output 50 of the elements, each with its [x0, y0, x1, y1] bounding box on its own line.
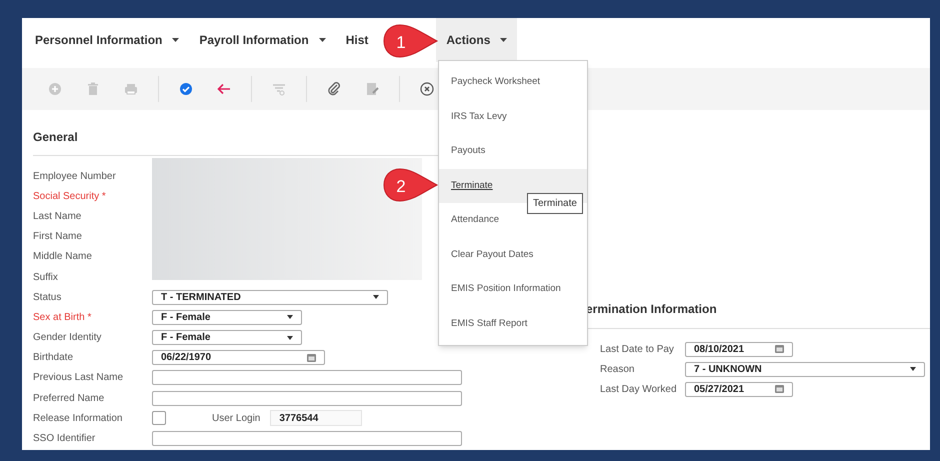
- caret-icon: [373, 295, 379, 300]
- select-field[interactable]: F - Female: [152, 330, 302, 346]
- menu-tab[interactable]: Personnel Information: [25, 18, 190, 62]
- field-label: Last Date to Pay: [600, 342, 675, 356]
- close-circle-icon[interactable]: [419, 81, 435, 97]
- field-label: Last Day Worked: [600, 382, 678, 396]
- menu-item[interactable]: Clear Payout Dates: [439, 238, 587, 272]
- callout-marker: 2: [382, 167, 438, 203]
- date-field[interactable]: 08/10/2021: [685, 342, 793, 356]
- field-label: Employee Number: [33, 170, 117, 184]
- menu-tab[interactable]: Actions: [436, 18, 518, 62]
- field-label: Social Security *: [33, 190, 107, 204]
- date-field[interactable]: 06/22/1970: [152, 350, 325, 366]
- select-field[interactable]: T - TERMINATED: [152, 290, 388, 305]
- caret-icon: [287, 315, 293, 320]
- text-field[interactable]: [152, 390, 462, 406]
- select-field[interactable]: F - Female: [152, 310, 302, 325]
- field-label: Middle Name: [33, 250, 93, 264]
- calendar-icon: [775, 345, 784, 353]
- field-label: Gender Identity: [33, 331, 102, 346]
- field-label: SSO Identifier: [33, 432, 96, 446]
- field-label: Reason: [600, 362, 636, 376]
- paperclip-icon[interactable]: [326, 81, 342, 97]
- calendar-icon: [307, 354, 316, 362]
- check-circle-icon[interactable]: [178, 81, 194, 97]
- field-label: Previous Last Name: [33, 371, 124, 386]
- field-label: Preferred Name: [33, 392, 106, 406]
- field-label: First Name: [33, 230, 83, 244]
- left-arrow-icon[interactable]: [216, 81, 232, 97]
- field-label: Last Name: [33, 210, 82, 224]
- caret-icon: [287, 336, 293, 340]
- field-label: Birthdate: [33, 351, 74, 366]
- date-field[interactable]: 05/27/2021: [685, 382, 793, 396]
- menu-tab[interactable]: Hist: [336, 18, 378, 62]
- tooltip: Terminate: [527, 192, 583, 214]
- select-field[interactable]: 7 - UNKNOWN: [685, 362, 925, 376]
- field-label: User Login: [212, 412, 260, 426]
- menu-item[interactable]: Paycheck Worksheet: [439, 65, 587, 100]
- text-field[interactable]: [152, 370, 462, 386]
- field-label: Sex at Birth *: [33, 310, 92, 325]
- calendar-icon: [775, 385, 784, 393]
- menu-tab[interactable]: Payroll Information: [189, 18, 336, 62]
- field-label: Release Information: [33, 412, 124, 426]
- caret-icon: [910, 367, 916, 371]
- checkbox[interactable]: [152, 411, 166, 426]
- field-label: Status: [33, 290, 62, 305]
- text-field[interactable]: [152, 431, 462, 446]
- field-label: Suffix: [33, 270, 59, 285]
- callout-marker: 1: [382, 23, 438, 59]
- text-field[interactable]: 3776544: [270, 410, 362, 426]
